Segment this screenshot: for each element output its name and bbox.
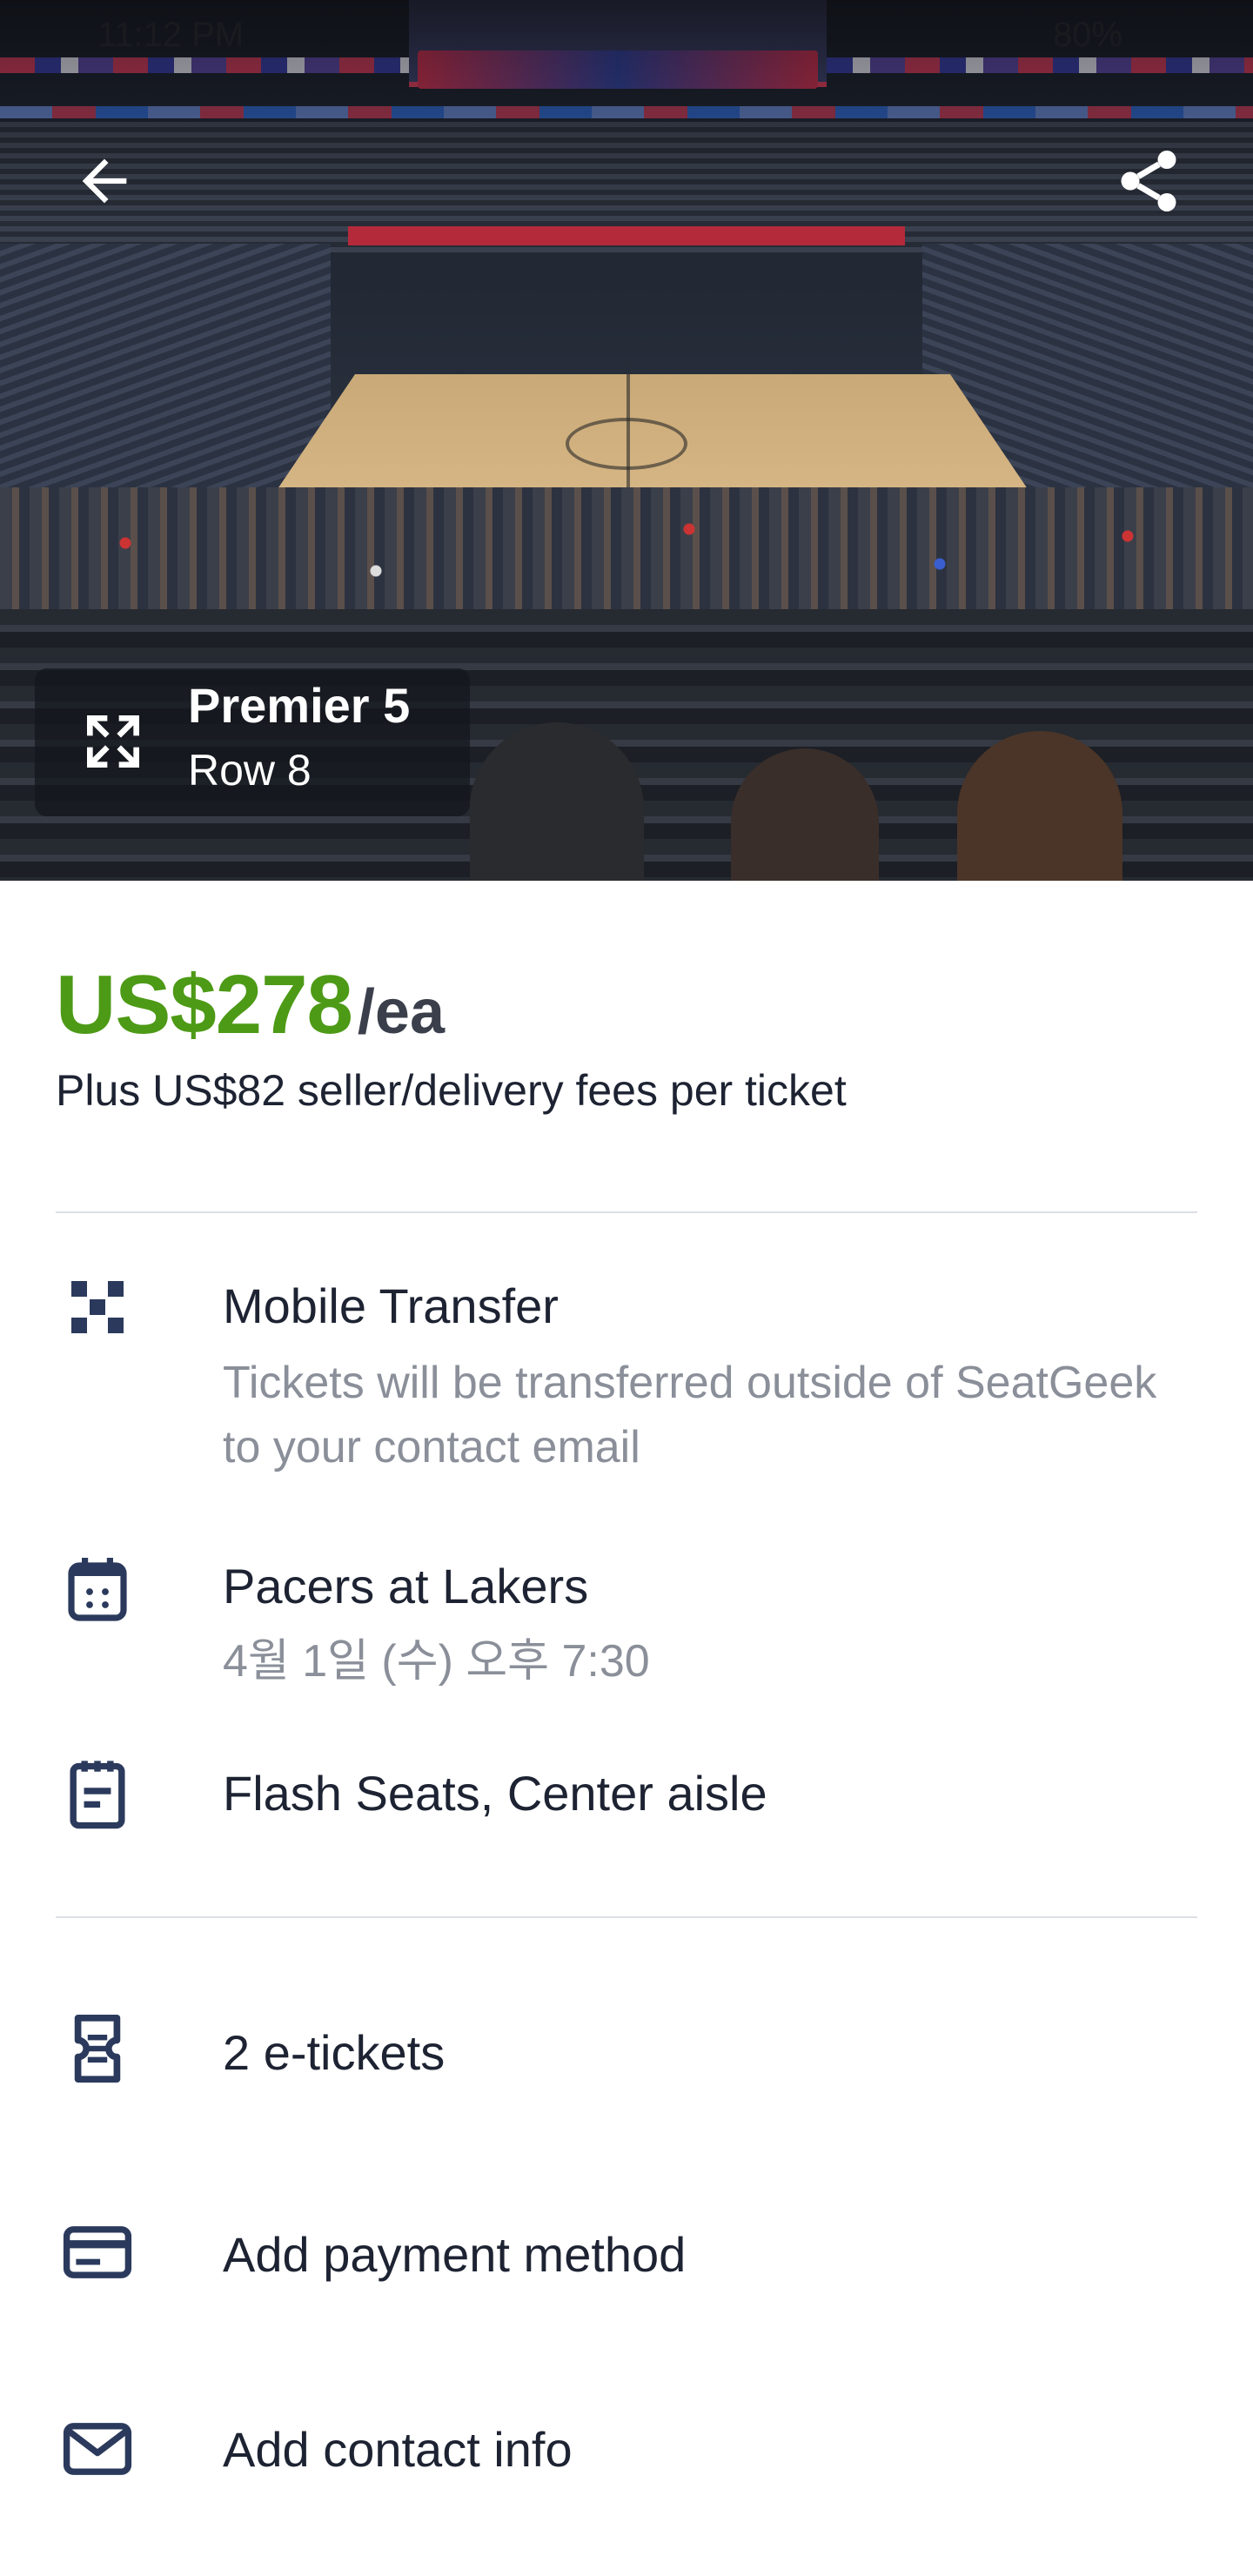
share-icon (1121, 151, 1176, 211)
share-button[interactable] (1096, 129, 1201, 233)
status-battery: 80% (1052, 16, 1122, 54)
price-row: US$278 /ea (56, 957, 445, 1053)
status-time: 11:12 PM (97, 16, 245, 54)
calendar-icon (63, 1554, 132, 1624)
status-bar: 11:12 PM 80% (0, 0, 1253, 73)
note-icon (63, 1760, 132, 1829)
ticket-price: US$278 (56, 958, 353, 1051)
ticket-quantity[interactable]: 2 e-tickets (223, 2024, 445, 2081)
price-unit: /ea (357, 977, 446, 1047)
section-badge[interactable]: Premier 5 Row 8 (35, 668, 470, 816)
section-row: Row 8 (188, 746, 312, 795)
event-date: 4월 1일 (수) 오후 7:30 (223, 1636, 650, 1687)
section-name: Premier 5 (188, 678, 411, 733)
add-payment-method-button[interactable]: Add payment method (223, 2226, 686, 2283)
mail-icon (63, 2414, 132, 2484)
qr-code-icon (63, 1272, 132, 1342)
listing-notes: Flash Seats, Center aisle (223, 1766, 767, 1821)
delivery-method-title: Mobile Transfer (223, 1278, 559, 1333)
fees-note: Plus US$82 seller/delivery fees per tick… (56, 1066, 847, 1115)
back-button[interactable] (52, 129, 157, 233)
arrow-left-icon (82, 158, 127, 204)
delivery-method-description: Tickets will be transferred outside of S… (223, 1358, 1157, 1472)
divider (56, 1916, 1197, 1918)
event-title: Pacers at Lakers (223, 1559, 589, 1613)
ticket-icon (63, 2014, 132, 2083)
add-contact-info-button[interactable]: Add contact info (223, 2421, 573, 2478)
divider (56, 1211, 1197, 1213)
expand-icon (87, 715, 139, 768)
credit-card-icon (63, 2217, 132, 2287)
